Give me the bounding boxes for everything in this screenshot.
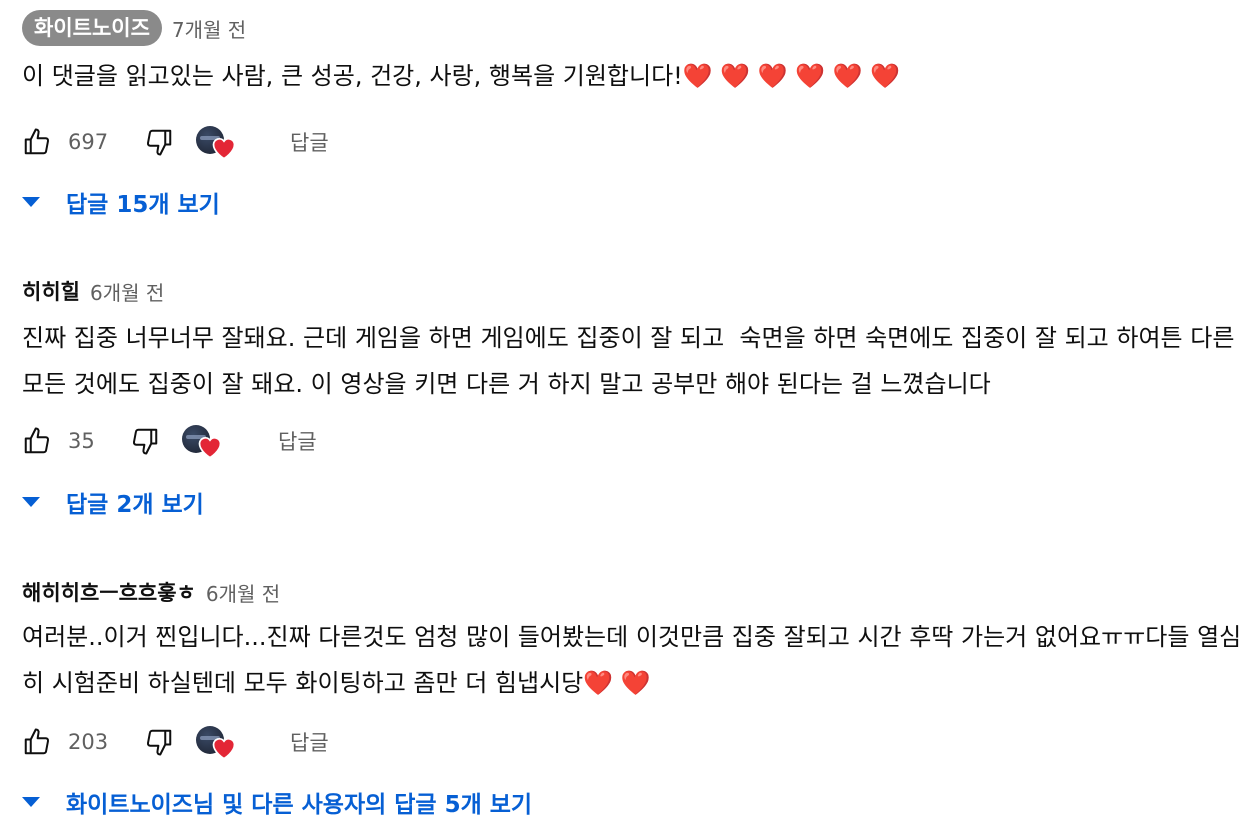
reply-button[interactable]: 답글 <box>290 127 329 157</box>
heart-emojis: ❤️ ❤️ <box>583 669 651 697</box>
view-replies-label: 화이트노이즈님 및 다른 사용자의 답글 5개 보기 <box>66 792 533 818</box>
like-count: 203 <box>68 730 109 754</box>
thumbs-down-icon[interactable] <box>144 127 174 157</box>
reply-button[interactable]: 답글 <box>278 426 317 456</box>
like-count: 35 <box>68 429 95 453</box>
comment-header: 히히힐 6개월 전 <box>22 273 164 309</box>
like-count: 697 <box>68 130 109 154</box>
comment-text-block: 이 댓글을 읽고있는 사람, 큰 성공, 건강, 사랑, 행복을 기원합니다!❤… <box>22 53 1252 99</box>
creator-heart-icon <box>196 122 240 162</box>
comment-actions: 203 답글 <box>22 722 329 762</box>
creator-heart-icon <box>196 722 240 762</box>
comment-text-block: 여러분..이거 찐입니다...진짜 다른것도 엄청 많이 들어봤는데 이것만큼 … <box>22 614 1252 706</box>
view-replies-label: 답글 15개 보기 <box>66 192 220 218</box>
comment-author[interactable]: 해히히흐ㅡ흐흐흫ㅎ <box>22 577 196 607</box>
heart-emojis: ❤️ ❤️ ❤️ ❤️ ❤️ ❤️ <box>682 62 901 90</box>
comment-text: 진짜 집중 너무너무 잘돼요. 근데 게임을 하면 게임에도 집중이 잘 되고 … <box>22 324 1243 398</box>
comment-time[interactable]: 6개월 전 <box>90 277 164 306</box>
comment-actions: 35 답글 <box>22 421 317 461</box>
comment-text-block: 진짜 집중 너무너무 잘돼요. 근데 게임을 하면 게임에도 집중이 잘 되고 … <box>22 315 1252 407</box>
thumbs-up-icon[interactable] <box>22 426 52 456</box>
comment-header: 해히히흐ㅡ흐흐흫ㅎ 6개월 전 <box>22 574 280 610</box>
comment-actions: 697 답글 <box>22 122 329 162</box>
creator-heart-icon <box>182 421 226 461</box>
thumbs-down-icon[interactable] <box>130 426 160 456</box>
comment-time[interactable]: 6개월 전 <box>206 578 280 607</box>
comment-text: 이 댓글을 읽고있는 사람, 큰 성공, 건강, 사랑, 행복을 기원합니다! <box>22 62 683 90</box>
caret-down-icon <box>22 497 40 507</box>
caret-down-icon <box>22 797 40 807</box>
comment-time[interactable]: 7개월 전 <box>172 14 246 43</box>
view-replies-label: 답글 2개 보기 <box>66 492 204 518</box>
view-replies-button[interactable]: 화이트노이즈님 및 다른 사용자의 답글 5개 보기 <box>22 782 532 822</box>
thumbs-down-icon[interactable] <box>144 727 174 757</box>
comment-author[interactable]: 화이트노이즈 <box>22 10 162 46</box>
view-replies-button[interactable]: 답글 15개 보기 <box>22 182 220 222</box>
reply-button[interactable]: 답글 <box>290 727 329 757</box>
view-replies-button[interactable]: 답글 2개 보기 <box>22 482 204 522</box>
comment-header: 화이트노이즈 7개월 전 <box>22 10 246 46</box>
thumbs-up-icon[interactable] <box>22 127 52 157</box>
caret-down-icon <box>22 197 40 207</box>
comment-author[interactable]: 히히힐 <box>22 276 80 306</box>
thumbs-up-icon[interactable] <box>22 727 52 757</box>
